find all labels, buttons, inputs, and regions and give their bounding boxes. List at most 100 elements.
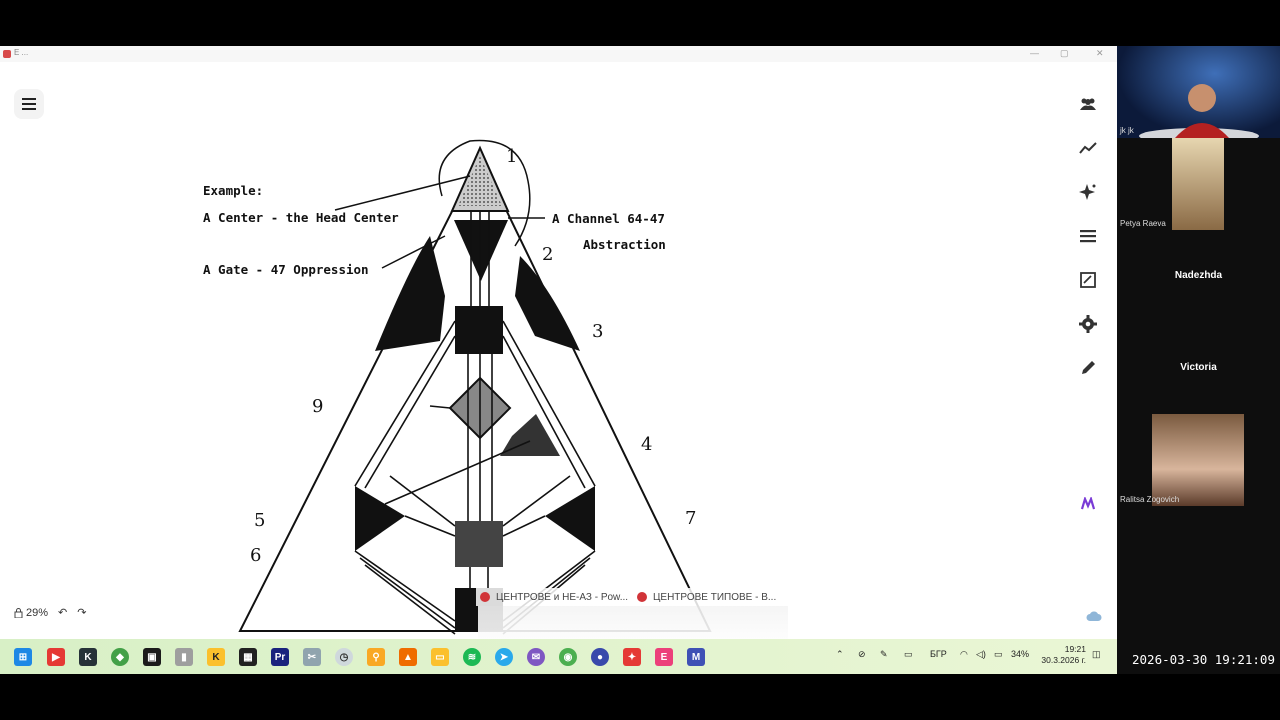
number-2: 2 (542, 244, 553, 265)
messenger-icon[interactable]: ✉ (527, 648, 545, 666)
participant-name: Ralitsa Zogovich (1120, 495, 1180, 504)
participant-name: Victoria (1180, 362, 1217, 373)
participant-name: Nadezhda (1174, 270, 1223, 281)
bodygraph-diagram: Example: A Center - the Head Center A Ga… (203, 139, 712, 635)
participant-video (1172, 138, 1224, 230)
notes-button[interactable] (1070, 262, 1106, 298)
chevron-up-icon[interactable]: ⌃ (836, 649, 844, 660)
example-heading: Example: (203, 183, 263, 198)
number-4: 4 (641, 434, 652, 455)
monitor-icon[interactable]: ▭ (904, 649, 913, 660)
preview-tab-2-label: ЦЕНТРОВЕ ТИПОВЕ - В... (653, 591, 777, 603)
participant-tile-4[interactable]: Victoria (1117, 322, 1280, 414)
folder-icon[interactable]: ▭ (431, 648, 449, 666)
menu-button[interactable] (14, 89, 44, 119)
gate-label: A Gate - 47 Oppression (203, 262, 369, 277)
settings-button[interactable] (1070, 306, 1106, 342)
clock-time: 19:21 (1064, 644, 1086, 654)
powerpoint-icon (637, 592, 647, 602)
brand-badge[interactable] (1070, 486, 1106, 522)
chat-app-icon[interactable]: ● (591, 648, 609, 666)
minimize-icon[interactable]: — (1030, 48, 1039, 58)
kr-app-icon[interactable]: K (207, 648, 225, 666)
windows-start-icon[interactable]: ⊞ (14, 648, 32, 666)
participant-video (1139, 84, 1259, 138)
k-app-icon[interactable]: K (79, 648, 97, 666)
zoom-controls: 29% ↶ ↷ (14, 606, 86, 619)
tools-app-icon[interactable]: ✂ (303, 648, 321, 666)
settings-icon (1079, 315, 1097, 333)
participant-tile-3[interactable]: Nadezhda (1117, 230, 1280, 322)
redo-icon[interactable]: ↷ (77, 606, 86, 619)
number-5: 5 (254, 510, 265, 531)
participant-tile-1[interactable]: jk jk (1117, 46, 1280, 138)
volume-icon[interactable]: ◁) (976, 649, 986, 660)
network-off-icon[interactable]: ⊘ (858, 649, 866, 660)
film-app-icon[interactable]: ▦ (239, 648, 257, 666)
participant-name: jk jk (1120, 126, 1134, 135)
number-1: 1 (506, 146, 517, 167)
number-6: 6 (250, 545, 261, 566)
premiere-icon[interactable]: Pr (271, 648, 289, 666)
undo-icon[interactable]: ↶ (58, 606, 67, 619)
vlc-icon[interactable]: ▲ (399, 648, 417, 666)
close-icon[interactable]: ✕ (1096, 48, 1104, 59)
trend-icon (1079, 142, 1097, 154)
zoom-value: 29% (26, 606, 49, 619)
red-app-icon[interactable]: ✦ (623, 648, 641, 666)
terminal-icon[interactable]: ▣ (143, 648, 161, 666)
window-title-bar: E ... — ▢ ✕ (0, 46, 1117, 62)
recording-timestamp: 2026-03-30 19:21:09 (1132, 652, 1275, 667)
center-label: A Center - the Head Center (203, 210, 399, 225)
app-icon (3, 50, 11, 58)
participant-tile-5[interactable]: Ralitsa Zogovich (1117, 414, 1280, 506)
e-app-icon[interactable]: E (655, 648, 673, 666)
list-button[interactable] (1070, 218, 1106, 254)
spotify-icon[interactable]: ≋ (463, 648, 481, 666)
shield-app-icon[interactable]: ◆ (111, 648, 129, 666)
taskbar: ⊞ ▶ K ◆ ▣ ▮ K ▦ Pr ✂ ◷ ⚲ ▲ ▭ ≋ ➤ ✉ ◉ ● ✦… (0, 639, 1117, 674)
participants-button[interactable] (1070, 86, 1106, 122)
chrome-icon[interactable]: ◉ (559, 648, 577, 666)
pen-icon (1082, 361, 1095, 374)
window-title: E ... (14, 48, 29, 57)
maximize-icon[interactable]: ▢ (1060, 48, 1069, 59)
wifi-icon[interactable]: ◠ (960, 649, 968, 660)
battery-icon[interactable]: ▭ (994, 649, 1003, 660)
taskbar-clock[interactable]: 19:21 30.3.2026 г. (1038, 644, 1086, 666)
telegram-icon[interactable]: ➤ (495, 648, 513, 666)
participant-panel: jk jk Petya Raeva Nadezhda Victoria Rali… (1117, 46, 1280, 674)
clock-app-icon[interactable]: ◷ (335, 648, 353, 666)
channel-label: A Channel 64-47 (552, 211, 665, 226)
taskbar-preview (478, 606, 788, 640)
pen-tray-icon[interactable]: ✎ (880, 649, 888, 660)
notes-icon (1080, 272, 1096, 288)
zoom-level[interactable]: 29% (14, 607, 48, 619)
lock-icon (14, 607, 23, 618)
participant-video (1152, 414, 1244, 506)
clock-date: 30.3.2026 г. (1041, 655, 1086, 665)
participant-tile-2[interactable]: Petya Raeva (1117, 138, 1280, 230)
cloud-icon[interactable] (1086, 609, 1102, 627)
channel-name: Abstraction (583, 237, 666, 252)
language-indicator[interactable]: БГР (930, 649, 947, 659)
search-app-icon[interactable]: ⚲ (367, 648, 385, 666)
usb-app-icon[interactable]: ▮ (175, 648, 193, 666)
list-icon (1080, 230, 1096, 243)
number-9: 9 (312, 396, 323, 417)
number-3: 3 (592, 321, 603, 342)
pen-button[interactable] (1070, 350, 1106, 386)
trend-button[interactable] (1070, 130, 1106, 166)
notification-icon[interactable]: ◫ (1092, 649, 1101, 660)
powerpoint-icon (480, 592, 490, 602)
participants-icon (1080, 98, 1096, 110)
app-logo-icon (1081, 497, 1095, 510)
m-app-icon[interactable]: M (687, 648, 705, 666)
number-7: 7 (685, 508, 696, 529)
ai-button[interactable] (1070, 174, 1106, 210)
media-app-icon[interactable]: ▶ (47, 648, 65, 666)
preview-tab-2[interactable]: ЦЕНТРОВЕ ТИПОВЕ - В... (633, 588, 781, 606)
sparkle-icon (1079, 184, 1096, 200)
preview-tab-1[interactable]: ЦЕНТРОВЕ и НЕ-АЗ - Pow... (476, 588, 633, 606)
hamburger-icon (22, 98, 36, 110)
